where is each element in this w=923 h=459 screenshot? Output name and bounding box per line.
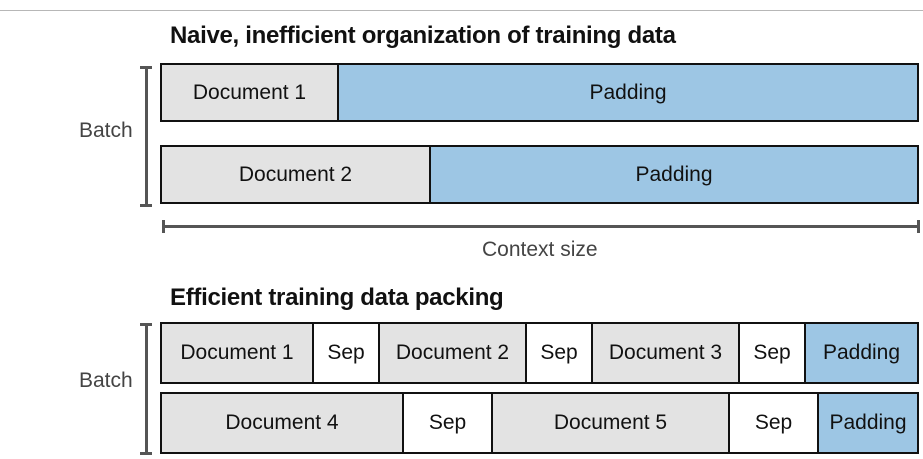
separator-segment: Sep xyxy=(525,324,591,382)
document-segment: Document 4 xyxy=(162,394,402,452)
naive-section-title: Naive, inefficient organization of train… xyxy=(170,22,676,49)
packed-section-title: Efficient training data packing xyxy=(170,284,504,311)
packed-sequence-row-1: Document 1 Sep Document 2 Sep Document 3 Sep P… xyxy=(160,322,919,384)
naive-sequence-row-2: Document 2 Padding xyxy=(160,145,919,204)
padding-segment: Padding xyxy=(337,65,917,120)
padding-segment: Padding xyxy=(804,324,917,382)
document-segment: Document 1 xyxy=(162,324,312,382)
packed-batch-label: Batch xyxy=(79,369,133,392)
naive-sequence-row-1: Document 1 Padding xyxy=(160,63,919,122)
naive-batch-label: Batch xyxy=(79,119,133,142)
separator-segment: Sep xyxy=(728,394,817,452)
padding-segment: Padding xyxy=(429,147,917,202)
context-size-label: Context size xyxy=(482,238,598,261)
top-divider xyxy=(0,10,923,11)
separator-segment: Sep xyxy=(402,394,491,452)
packed-batch-bracket xyxy=(140,323,152,455)
naive-batch-bracket xyxy=(140,66,152,207)
document-segment: Document 1 xyxy=(162,65,337,120)
document-segment: Document 5 xyxy=(491,394,728,452)
padding-segment: Padding xyxy=(817,394,917,452)
packed-sequence-row-2: Document 4 Sep Document 5 Sep Padding xyxy=(160,392,919,454)
document-segment: Document 2 xyxy=(378,324,525,382)
context-size-bracket xyxy=(162,220,920,233)
separator-segment: Sep xyxy=(738,324,804,382)
document-segment: Document 3 xyxy=(591,324,738,382)
separator-segment: Sep xyxy=(312,324,378,382)
document-segment: Document 2 xyxy=(162,147,429,202)
